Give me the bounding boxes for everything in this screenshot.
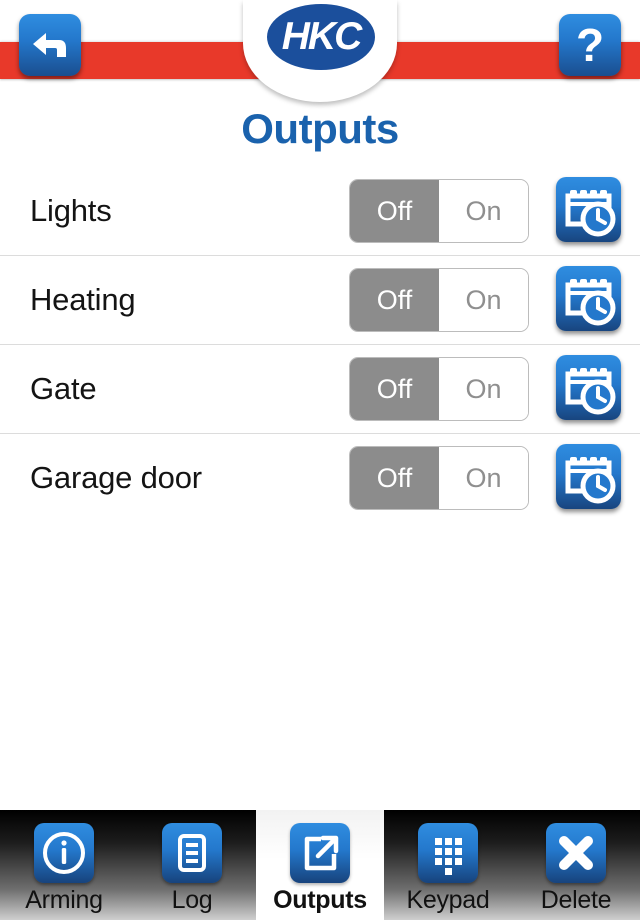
question-mark-icon: ?: [575, 19, 605, 71]
schedule-button[interactable]: [556, 266, 621, 331]
output-label: Heating: [30, 282, 136, 317]
tab-delete[interactable]: Delete: [512, 810, 640, 920]
outputs-list: Lights Off On Heating Off On Gate Off On…: [0, 167, 640, 522]
output-label: Gate: [30, 371, 97, 406]
schedule-button[interactable]: [556, 177, 621, 242]
output-toggle[interactable]: Off On: [349, 446, 529, 510]
schedule-button[interactable]: [556, 444, 621, 509]
output-toggle[interactable]: Off On: [349, 268, 529, 332]
hkc-logo-text: HKC: [281, 14, 362, 58]
back-arrow-icon: [19, 14, 81, 76]
calendar-clock-icon: [556, 266, 621, 331]
output-row: Lights Off On: [0, 167, 640, 255]
calendar-clock-icon: [556, 355, 621, 420]
toggle-on-segment[interactable]: On: [439, 358, 528, 420]
output-toggle[interactable]: Off On: [349, 179, 529, 243]
tab-label: Arming: [25, 886, 103, 914]
output-row: Gate Off On: [0, 344, 640, 433]
bottom-tab-bar: Arming Log Outputs Keypad Delete: [0, 810, 640, 920]
export-arrow-icon: [290, 823, 350, 883]
document-list-icon: [162, 823, 222, 883]
cross-x-icon: [546, 823, 606, 883]
tab-label: Log: [171, 886, 213, 914]
toggle-on-segment[interactable]: On: [439, 447, 528, 509]
help-button[interactable]: ?: [559, 14, 621, 76]
hkc-logo-ellipse: HKC: [267, 4, 375, 70]
tab-label: Outputs: [273, 886, 367, 914]
calendar-clock-icon: [556, 177, 621, 242]
hkc-logo: HKC: [243, 0, 397, 102]
output-row: Garage door Off On: [0, 433, 640, 522]
output-row: Heating Off On: [0, 255, 640, 344]
schedule-button[interactable]: [556, 355, 621, 420]
calendar-clock-icon: [556, 444, 621, 509]
tab-arming[interactable]: Arming: [0, 810, 128, 920]
toggle-off-segment[interactable]: Off: [350, 447, 439, 509]
tab-keypad[interactable]: Keypad: [384, 810, 512, 920]
app-header: HKC ?: [0, 0, 640, 102]
output-toggle[interactable]: Off On: [349, 357, 529, 421]
toggle-off-segment[interactable]: Off: [350, 269, 439, 331]
tab-outputs[interactable]: Outputs: [256, 810, 384, 920]
toggle-on-segment[interactable]: On: [439, 269, 528, 331]
tab-label: Keypad: [406, 886, 490, 914]
toggle-off-segment[interactable]: Off: [350, 358, 439, 420]
info-circle-icon: [34, 823, 94, 883]
dialpad-icon: [418, 823, 478, 883]
output-label: Garage door: [30, 460, 202, 495]
back-button[interactable]: [19, 14, 81, 76]
toggle-off-segment[interactable]: Off: [350, 180, 439, 242]
tab-label: Delete: [540, 886, 612, 914]
tab-log[interactable]: Log: [128, 810, 256, 920]
output-label: Lights: [30, 193, 112, 228]
toggle-on-segment[interactable]: On: [439, 180, 528, 242]
page-title: Outputs: [241, 105, 399, 152]
